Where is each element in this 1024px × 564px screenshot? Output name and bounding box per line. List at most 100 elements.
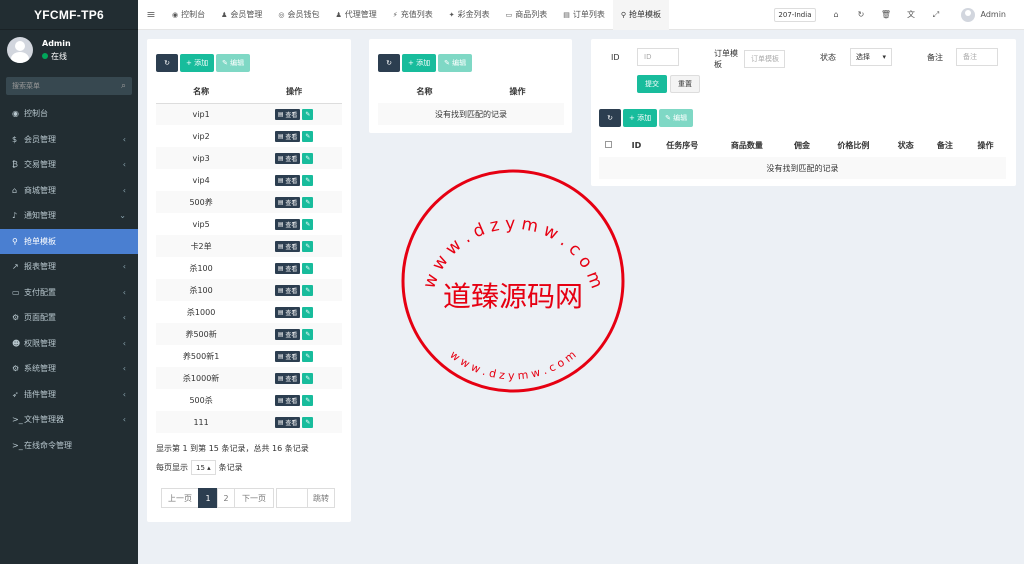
column-header-7[interactable]: 操作 <box>964 135 1006 158</box>
view-button[interactable]: ▤ 查看 <box>274 174 301 186</box>
view-button[interactable]: ▤ 查看 <box>274 372 301 384</box>
tab-1[interactable]: ♟ 会员管理 <box>213 0 270 30</box>
table-row[interactable]: vip2 ▤ 查看 ✎ <box>156 125 342 147</box>
edit-button[interactable]: ✎ 编辑 <box>216 54 251 72</box>
select-all-checkbox[interactable] <box>605 141 613 149</box>
sidebar-item-7[interactable]: ▭ 支付配置 ‹ <box>0 280 138 306</box>
edit-button[interactable]: ✎ 编辑 <box>438 54 473 72</box>
select-all-column[interactable] <box>599 135 619 158</box>
table-row[interactable]: 养500新1 ▤ 查看 ✎ <box>156 345 342 367</box>
fullscreen-icon[interactable]: ⤢ <box>924 10 949 20</box>
view-button[interactable]: ▤ 查看 <box>274 108 301 120</box>
trash-icon[interactable]: 🗑 <box>874 10 899 19</box>
app-logo[interactable]: YFCMF-TP6 <box>0 0 138 30</box>
column-header-name[interactable]: 名称 <box>378 81 471 104</box>
jump-button[interactable]: 跳转 <box>307 488 335 508</box>
jump-page-input[interactable] <box>276 488 308 508</box>
table-row[interactable]: vip3 ▤ 查看 ✎ <box>156 147 342 169</box>
column-header-1[interactable]: 任务序号 <box>654 135 710 158</box>
edit-row-button[interactable]: ✎ <box>302 196 314 208</box>
edit-row-button[interactable]: ✎ <box>302 218 314 230</box>
sidebar-item-2[interactable]: ₿ 交易管理 ‹ <box>0 152 138 178</box>
view-button[interactable]: ▤ 查看 <box>274 306 301 318</box>
view-button[interactable]: ▤ 查看 <box>274 130 301 142</box>
tab-2[interactable]: ◎ 会员钱包 <box>270 0 327 30</box>
reset-button[interactable]: 重置 <box>670 75 700 93</box>
sidebar-item-10[interactable]: ⚙ 系统管理 ‹ <box>0 356 138 382</box>
column-header-5[interactable]: 状态 <box>886 135 925 158</box>
table-row[interactable]: 杀1000新 ▤ 查看 ✎ <box>156 367 342 389</box>
edit-row-button[interactable]: ✎ <box>302 284 314 296</box>
sidebar-item-1[interactable]: $ 会员管理 ‹ <box>0 127 138 153</box>
sidebar-item-12[interactable]: >_ 文件管理器 ‹ <box>0 407 138 433</box>
edit-row-button[interactable]: ✎ <box>302 240 314 252</box>
table-row[interactable]: 养500新 ▤ 查看 ✎ <box>156 323 342 345</box>
status-select[interactable]: 选择 ▾ <box>850 48 892 66</box>
edit-row-button[interactable]: ✎ <box>302 174 314 186</box>
per-page-select[interactable]: 15 ▴ <box>191 460 216 475</box>
table-row[interactable]: 杀100 ▤ 查看 ✎ <box>156 257 342 279</box>
page-2-button[interactable]: 2 <box>217 488 235 508</box>
view-button[interactable]: ▤ 查看 <box>274 152 301 164</box>
column-header-4[interactable]: 价格比例 <box>820 135 887 158</box>
edit-row-button[interactable]: ✎ <box>302 130 314 142</box>
tab-4[interactable]: ⚡ 充值列表 <box>385 0 441 30</box>
add-button[interactable]: + 添加 <box>402 54 437 72</box>
template-input[interactable]: 订单模板 <box>744 50 785 68</box>
edit-row-button[interactable]: ✎ <box>302 394 314 406</box>
view-button[interactable]: ▤ 查看 <box>274 416 301 428</box>
tab-0[interactable]: ◉ 控制台 <box>164 0 213 30</box>
view-button[interactable]: ▤ 查看 <box>274 240 301 252</box>
view-button[interactable]: ▤ 查看 <box>274 196 301 208</box>
view-button[interactable]: ▤ 查看 <box>274 262 301 274</box>
sidebar-item-11[interactable]: ➶ 插件管理 ‹ <box>0 382 138 408</box>
table-row[interactable]: 杀1000 ▤ 查看 ✎ <box>156 301 342 323</box>
tab-3[interactable]: ♟ 代理管理 <box>328 0 385 30</box>
sidebar-item-5[interactable]: ⚲ 抢单模板 <box>0 228 138 254</box>
column-header-0[interactable]: ID <box>618 135 655 158</box>
table-row[interactable]: 111 ▤ 查看 ✎ <box>156 411 342 433</box>
view-button[interactable]: ▤ 查看 <box>274 394 301 406</box>
column-header-name[interactable]: 名称 <box>156 81 247 104</box>
table-row[interactable]: 卡2单 ▤ 查看 ✎ <box>156 235 342 257</box>
sidebar-item-0[interactable]: ◉ 控制台 <box>0 101 138 127</box>
refresh-button[interactable]: ↻ <box>156 54 178 72</box>
table-row[interactable]: 500杀 ▤ 查看 ✎ <box>156 389 342 411</box>
edit-row-button[interactable]: ✎ <box>302 262 314 274</box>
view-button[interactable]: ▤ 查看 <box>274 284 301 296</box>
column-header-2[interactable]: 商品数量 <box>709 135 784 158</box>
column-header-6[interactable]: 备注 <box>924 135 965 158</box>
column-header-3[interactable]: 佣金 <box>783 135 821 158</box>
table-row[interactable]: 杀100 ▤ 查看 ✎ <box>156 279 342 301</box>
tab-6[interactable]: ▭ 商品列表 <box>498 0 556 30</box>
table-row[interactable]: 500养 ▤ 查看 ✎ <box>156 191 342 213</box>
edit-row-button[interactable]: ✎ <box>302 108 314 120</box>
sidebar-item-6[interactable]: ↗ 报表管理 ‹ <box>0 254 138 280</box>
menu-search-input[interactable]: 搜索菜单 ⌕ <box>6 77 132 95</box>
sidebar-item-8[interactable]: ⚙ 页面配置 ‹ <box>0 305 138 331</box>
view-button[interactable]: ▤ 查看 <box>274 350 301 362</box>
table-row[interactable]: vip5 ▤ 查看 ✎ <box>156 213 342 235</box>
edit-row-button[interactable]: ✎ <box>302 152 314 164</box>
id-input[interactable]: ID <box>637 48 679 66</box>
tab-7[interactable]: ▤ 订单列表 <box>555 0 613 30</box>
table-row[interactable]: vip4 ▤ 查看 ✎ <box>156 169 342 191</box>
sidebar-item-13[interactable]: >_ 在线命令管理 <box>0 433 138 459</box>
add-button[interactable]: + 添加 <box>623 109 658 127</box>
sidebar-item-3[interactable]: ⌂ 商城管理 ‹ <box>0 178 138 204</box>
next-page-button[interactable]: 下一页 <box>234 488 274 508</box>
view-button[interactable]: ▤ 查看 <box>274 218 301 230</box>
refresh-button[interactable]: ↻ <box>378 54 400 72</box>
add-button[interactable]: + 添加 <box>180 54 215 72</box>
view-button[interactable]: ▤ 查看 <box>274 328 301 340</box>
sidebar-item-9[interactable]: ☻ 权限管理 ‹ <box>0 331 138 357</box>
top-user-name[interactable]: Admin <box>981 10 1007 19</box>
prev-page-button[interactable]: 上一页 <box>161 488 199 508</box>
tab-8[interactable]: ⚲ 抢单模板 <box>612 0 669 30</box>
edit-row-button[interactable]: ✎ <box>302 328 314 340</box>
translate-icon[interactable]: 文 <box>899 9 924 20</box>
refresh-button[interactable]: ↻ <box>599 109 621 127</box>
top-avatar[interactable] <box>960 7 975 22</box>
tab-5[interactable]: ✦ 彩金列表 <box>441 0 498 30</box>
sidebar-item-4[interactable]: ♪ 通知管理 ⌄ <box>0 203 138 229</box>
